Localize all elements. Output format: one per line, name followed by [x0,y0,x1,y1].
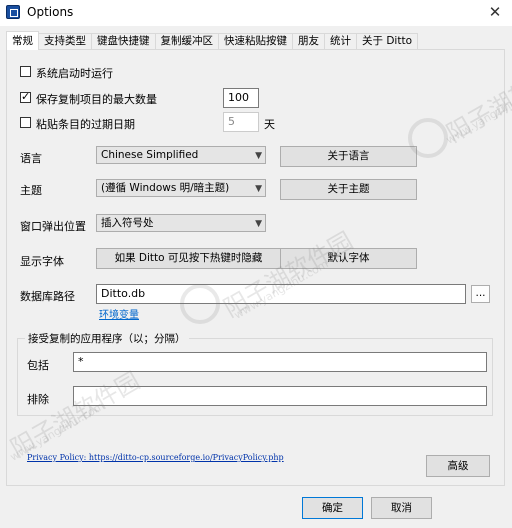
browse-button[interactable]: ... [471,285,490,303]
general-tab-panel: 系统启动时运行 保存复制项目的最大数量 100 粘贴条目的过期日期 5 天 语言… [6,49,505,486]
ditto-app-icon [6,5,20,19]
chevron-down-icon: ▼ [255,184,262,194]
expire-days-input[interactable]: 5 [223,112,259,132]
display-font-label: 显示字体 [20,255,64,268]
tab-general[interactable]: 常规 [6,31,39,50]
tab-supported-types[interactable]: 支持类型 [38,33,92,50]
max-saved-input[interactable]: 100 [223,88,259,108]
watermark-logo-icon [180,284,220,324]
popup-position-select[interactable]: 插入符号处 ▼ [96,214,266,232]
env-vars-link[interactable]: 环境变量 [99,306,139,321]
include-apps-input[interactable]: * [73,352,487,372]
startup-checkbox[interactable] [20,66,31,77]
cancel-button[interactable]: 取消 [371,497,432,519]
about-theme-button[interactable]: 关于主题 [280,179,417,200]
privacy-policy-link[interactable]: Privacy Policy: https://ditto-cp.sourcef… [27,453,284,462]
about-language-button[interactable]: 关于语言 [280,146,417,167]
ok-button[interactable]: 确定 [302,497,363,519]
chevron-down-icon: ▼ [255,151,262,161]
close-icon[interactable]: ✕ [478,0,512,26]
default-font-button[interactable]: 默认字体 [280,248,417,269]
language-label: 语言 [20,152,42,165]
db-path-input[interactable]: Ditto.db [96,284,466,304]
tab-stats[interactable]: 统计 [324,33,357,50]
advanced-button[interactable]: 高级 [426,455,490,477]
startup-label: 系统启动时运行 [36,67,113,80]
theme-selected-value: (遵循 Windows 明/暗主题) [101,182,230,194]
popup-position-selected-value: 插入符号处 [101,217,154,229]
popup-position-label: 窗口弹出位置 [20,220,86,233]
language-selected-value: Chinese Simplified [101,149,199,161]
hide-on-hotkey-button[interactable]: 如果 Ditto 可见按下热键时隐藏 [96,248,281,269]
expire-label: 粘贴条目的过期日期 [36,118,135,131]
tab-quick-paste-keys[interactable]: 快速粘贴按键 [218,33,293,50]
tab-copy-buffers[interactable]: 复制缓冲区 [154,33,219,50]
exclude-apps-input[interactable] [73,386,487,406]
expire-unit-label: 天 [264,118,275,131]
max-saved-label: 保存复制项目的最大数量 [36,93,157,106]
chevron-down-icon: ▼ [255,219,262,229]
expire-checkbox[interactable] [20,117,31,128]
max-saved-checkbox[interactable] [20,90,31,103]
theme-select[interactable]: (遵循 Windows 明/暗主题) ▼ [96,179,266,197]
tab-about-ditto[interactable]: 关于 Ditto [356,33,418,50]
watermark-logo-icon [408,118,448,158]
tab-keyboard-shortcuts[interactable]: 键盘快捷键 [91,33,156,50]
exclude-label: 排除 [27,393,49,406]
title-bar: Options ✕ [0,0,512,26]
theme-label: 主题 [20,184,42,197]
tab-strip: 常规 支持类型 键盘快捷键 复制缓冲区 快速粘贴按键 朋友 统计 关于 Ditt… [6,31,418,50]
language-select[interactable]: Chinese Simplified ▼ [96,146,266,164]
include-label: 包括 [27,359,49,372]
db-path-label: 数据库路径 [20,290,75,303]
tab-friends[interactable]: 朋友 [292,33,325,50]
window-title: Options [27,5,74,19]
accept-apps-group-label: 接受复制的应用程序（以；分隔） [25,331,189,346]
